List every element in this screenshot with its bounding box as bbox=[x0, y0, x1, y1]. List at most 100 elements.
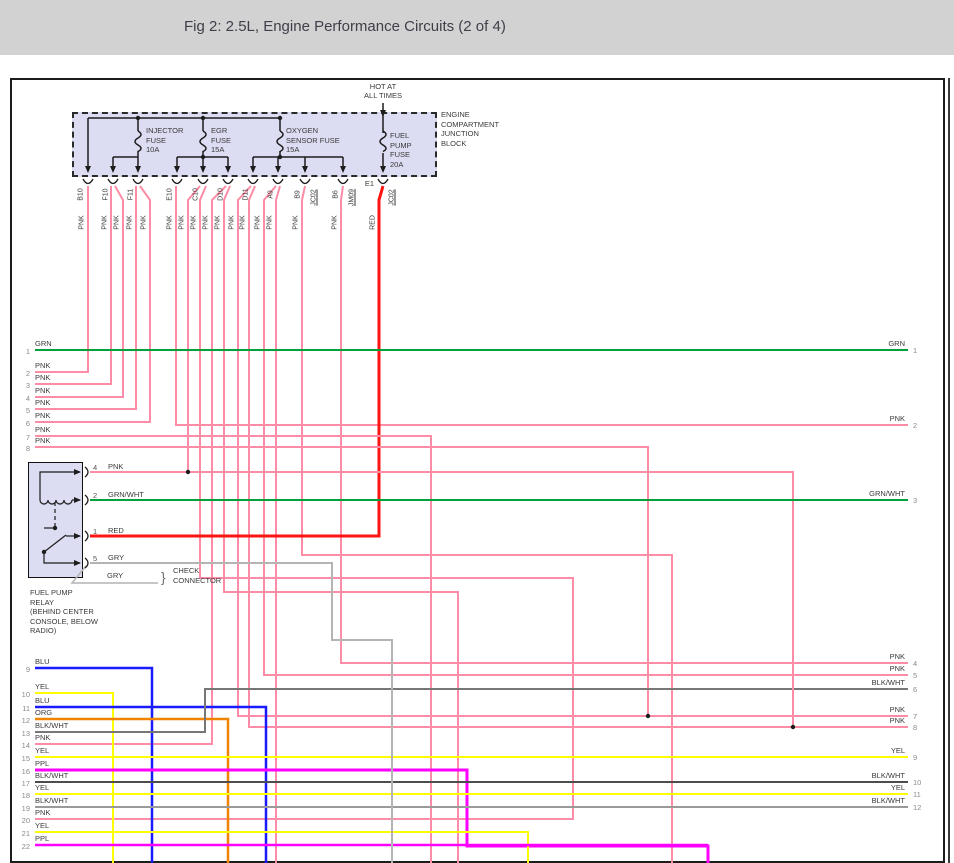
connector-pin-label: C10 bbox=[192, 188, 200, 201]
left-row-number: 18 bbox=[21, 791, 30, 800]
junction-id-label: JC02 bbox=[310, 189, 318, 206]
right-row-number: 6 bbox=[913, 685, 918, 694]
right-row-color-label: BLK/WHT bbox=[871, 771, 905, 780]
fuel-pump-relay-label: FUEL PUMP RELAY (BEHIND CENTER CONSOLE, … bbox=[30, 588, 98, 635]
relay-pin-color-label: GRY bbox=[108, 553, 125, 562]
left-row-color-label: PNK bbox=[35, 361, 51, 370]
right-row-color-label: PNK bbox=[889, 705, 905, 714]
connector-pin-label: B6 bbox=[332, 190, 340, 199]
connector-pin-label: F11 bbox=[127, 188, 135, 201]
check-connector-label: CHECK CONNECTOR bbox=[173, 566, 222, 585]
left-row-color-label: PNK bbox=[35, 373, 51, 382]
left-row-color-label: BLK/WHT bbox=[35, 721, 69, 730]
left-row-number: 10 bbox=[21, 690, 30, 699]
right-row-color-label: YEL bbox=[890, 783, 905, 792]
hot-at-all-times-label: HOT AT ALL TIMES bbox=[364, 82, 402, 100]
left-row-color-label: PNK bbox=[35, 411, 51, 420]
wiring-diagram-page: Fig 2: 2.5L, Engine Performance Circuits… bbox=[0, 0, 954, 863]
left-row-color-label: PNK bbox=[35, 436, 51, 445]
wire-color-tag: PNK bbox=[190, 215, 198, 230]
left-row-number: 19 bbox=[21, 804, 30, 813]
left-row-color-label: PNK bbox=[35, 425, 51, 434]
relay-pin-color-label: GRN/WHT bbox=[108, 490, 144, 499]
wire-color-tag: PNK bbox=[78, 215, 86, 230]
injector-fuse-label: INJECTOR FUSE 10A bbox=[146, 126, 184, 154]
wire-color-tag: PNK bbox=[228, 215, 236, 230]
left-row-number: 12 bbox=[21, 716, 30, 725]
relay-pin-number: 5 bbox=[93, 554, 98, 563]
right-row-number: 2 bbox=[913, 421, 918, 430]
right-row-number: 12 bbox=[913, 803, 922, 812]
left-row-number: 15 bbox=[21, 754, 30, 763]
left-row-number: 1 bbox=[25, 347, 30, 356]
relay-pin-number: 2 bbox=[93, 491, 98, 500]
left-row-number: 8 bbox=[25, 444, 30, 453]
junction-block-label: ENGINE COMPARTMENT JUNCTION BLOCK bbox=[441, 110, 500, 148]
right-row-color-label: BLK/WHT bbox=[871, 678, 905, 687]
wire-color-tag: PNK bbox=[202, 215, 210, 230]
left-row-number: 21 bbox=[21, 829, 30, 838]
right-row-number: 7 bbox=[913, 712, 918, 721]
left-row-color-label: YEL bbox=[35, 783, 50, 792]
right-row-color-label: GRN/WHT bbox=[869, 489, 905, 498]
wire-color-tag: PNK bbox=[331, 215, 339, 230]
right-row-number: 4 bbox=[913, 659, 918, 668]
wire-color-tag: PNK bbox=[166, 215, 174, 230]
left-row-number: 17 bbox=[21, 779, 30, 788]
left-row-number: 14 bbox=[21, 741, 30, 750]
left-row-color-label: YEL bbox=[35, 821, 50, 830]
left-row-color-label: BLK/WHT bbox=[35, 771, 69, 780]
wire-color-tag: PNK bbox=[266, 215, 274, 230]
wire-color-tag: RED bbox=[369, 215, 377, 230]
wire-color-tag: PNK bbox=[292, 215, 300, 230]
right-row-number: 1 bbox=[913, 346, 918, 355]
right-row-color-label: YEL bbox=[890, 746, 905, 755]
left-row-color-label: BLU bbox=[35, 696, 50, 705]
relay-pin-color-label: RED bbox=[108, 526, 124, 535]
wire-color-tag: PNK bbox=[101, 215, 109, 230]
connector-pin-label: D11 bbox=[242, 188, 250, 201]
left-row-color-label: BLK/WHT bbox=[35, 796, 69, 805]
junction-id-label: JM09 bbox=[348, 188, 356, 207]
left-row-number: 13 bbox=[21, 729, 30, 738]
relay-pin-color-label: PNK bbox=[108, 462, 124, 471]
left-row-number: 4 bbox=[25, 394, 30, 403]
wire-color-tag: PNK bbox=[140, 215, 148, 230]
wire-color-tag: PNK bbox=[178, 215, 186, 230]
right-row-number: 5 bbox=[913, 671, 918, 680]
check-connector-wire-label: GRY bbox=[107, 571, 124, 580]
fuel-pump-relay-box bbox=[28, 462, 83, 578]
right-row-number: 11 bbox=[913, 790, 921, 799]
connector-pin-label: D10 bbox=[217, 188, 225, 201]
wire-color-tag: PNK bbox=[254, 215, 262, 230]
connector-pin-label: E1 bbox=[364, 179, 374, 188]
relay-pin-number: 1 bbox=[93, 527, 98, 536]
window-edge-line bbox=[948, 78, 950, 863]
connector-pin-label: F10 bbox=[102, 188, 110, 201]
left-row-color-label: BLU bbox=[35, 657, 50, 666]
figure-title: Fig 2: 2.5L, Engine Performance Circuits… bbox=[184, 18, 506, 35]
title-bar: Fig 2: 2.5L, Engine Performance Circuits… bbox=[0, 0, 954, 55]
left-row-color-label: PPL bbox=[35, 834, 50, 843]
fuel-pump-fuse-label: FUEL PUMP FUSE 20A bbox=[390, 131, 412, 169]
left-row-color-label: PNK bbox=[35, 386, 51, 395]
left-row-number: 11 bbox=[22, 704, 30, 713]
left-row-color-label: ORG bbox=[35, 708, 53, 717]
check-connector-bracket: } bbox=[161, 569, 166, 585]
right-row-color-label: BLK/WHT bbox=[871, 796, 905, 805]
wire-color-tag: PNK bbox=[126, 215, 134, 230]
wire-color-tag: PNK bbox=[239, 215, 247, 230]
right-row-color-label: PNK bbox=[889, 664, 905, 673]
left-row-color-label: PPL bbox=[35, 759, 50, 768]
left-row-number: 9 bbox=[25, 665, 30, 674]
left-row-number: 7 bbox=[25, 433, 30, 442]
left-row-number: 6 bbox=[25, 419, 30, 428]
left-row-number: 22 bbox=[21, 842, 30, 851]
left-row-color-label: GRN bbox=[35, 339, 52, 348]
oxygen-sensor-fuse-label: OXYGEN SENSOR FUSE 15A bbox=[286, 126, 340, 154]
left-row-number: 20 bbox=[21, 816, 30, 825]
left-row-color-label: PNK bbox=[35, 808, 51, 817]
right-row-number: 3 bbox=[913, 496, 918, 505]
right-row-color-label: PNK bbox=[889, 652, 905, 661]
connector-pin-label: B9 bbox=[294, 190, 302, 199]
